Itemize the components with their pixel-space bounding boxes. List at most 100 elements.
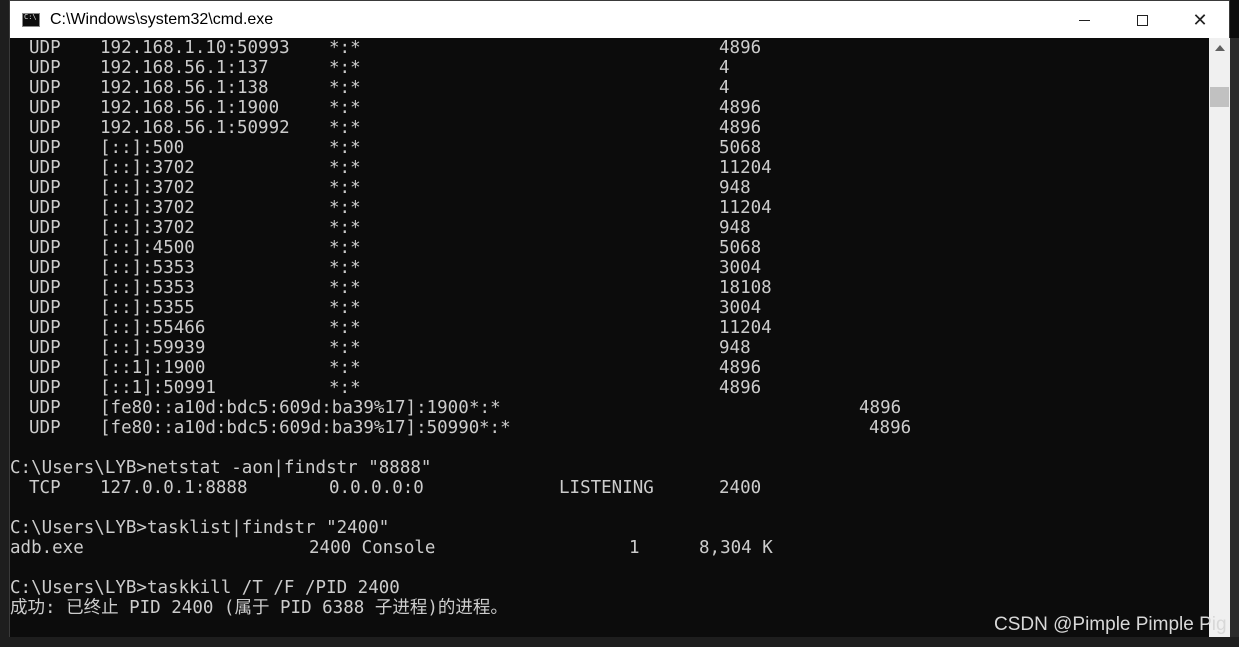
local-address-cell: [::]:3702 — [100, 158, 195, 178]
foreign-address-cell: *:* — [329, 298, 361, 318]
proto-cell: UDP — [29, 98, 61, 118]
proto-cell: UDP — [29, 378, 61, 398]
csdn-watermark: CSDN @Pimple Pimple Pig — [994, 614, 1227, 635]
tasklist-command: C:\Users\LYB>tasklist|findstr "2400" — [10, 518, 390, 538]
scrollbar-thumb[interactable] — [1210, 87, 1229, 107]
pid-cell: 11204 — [719, 198, 772, 218]
foreign-address-cell: *:* — [329, 138, 361, 158]
cmd-app-icon[interactable] — [22, 13, 40, 27]
foreign-address-cell: *:* — [329, 318, 361, 338]
proto-cell: UDP — [29, 238, 61, 258]
pid-cell: 4896 — [869, 418, 912, 438]
local-address-cell: [::1]:50991 — [100, 378, 216, 398]
proto-cell: UDP — [29, 358, 61, 378]
pid-cell: 4 — [719, 78, 730, 98]
scroll-up-button[interactable] — [1209, 38, 1230, 58]
local-address-cell: 192.168.56.1:138 — [100, 78, 269, 98]
background-window-right — [1229, 38, 1239, 647]
pid-cell: 11204 — [719, 318, 772, 338]
proto-cell: UDP — [29, 338, 61, 358]
proto-cell: UDP — [29, 178, 61, 198]
foreign-address-cell: *:* — [329, 78, 361, 98]
foreign-address-cell: *:* — [329, 98, 361, 118]
proto-cell: UDP — [29, 78, 61, 98]
foreign-address-cell: *:* — [329, 338, 361, 358]
session-number-cell: 1 — [629, 538, 640, 558]
pid-cell: 4896 — [859, 398, 902, 418]
pid-cell: 948 — [719, 218, 751, 238]
console-output[interactable]: UDP 192.168.1.10:50993 *:* 4896 UDP 192.168.5… — [10, 38, 1209, 637]
foreign-address-cell: *:* — [329, 258, 361, 278]
proto-cell: UDP — [29, 218, 61, 238]
local-address-cell: [::]:5355 — [100, 298, 195, 318]
local-address-cell: 192.168.56.1:137 — [100, 58, 269, 78]
local-address-cell: [::1]:1900 — [100, 358, 206, 378]
close-button[interactable]: ✕ — [1171, 1, 1229, 39]
vertical-scrollbar[interactable] — [1209, 38, 1230, 637]
local-address-cell: 192.168.56.1:50992 — [100, 118, 290, 138]
local-address-cell: [::]:4500 — [100, 238, 195, 258]
local-address-cell: 127.0.0.1:8888 — [100, 478, 248, 498]
memory-usage-cell: 8,304 K — [699, 538, 773, 558]
proto-cell: UDP — [29, 418, 61, 438]
foreign-address-cell: *:* — [479, 418, 511, 438]
image-name-cell: adb.exe — [10, 538, 84, 558]
foreign-address-cell: *:* — [329, 378, 361, 398]
foreign-address-cell: *:* — [329, 178, 361, 198]
local-address-cell: [::]:3702 — [100, 198, 195, 218]
taskkill-command: C:\Users\LYB>taskkill /T /F /PID 2400 — [10, 578, 400, 598]
pid-cell: 4896 — [719, 358, 762, 378]
state-cell: LISTENING — [559, 478, 654, 498]
window-title: C:\Windows\system32\cmd.exe — [50, 11, 274, 28]
foreign-address-cell: *:* — [329, 218, 361, 238]
background-window-bottom — [0, 637, 1239, 647]
netstat-command: C:\Users\LYB>netstat -aon|findstr "8888" — [10, 458, 432, 478]
proto-cell: UDP — [29, 298, 61, 318]
foreign-address-cell: *:* — [329, 118, 361, 138]
local-address-cell: 192.168.1.10:50993 — [100, 38, 290, 58]
local-address-cell: [::]:3702 — [100, 218, 195, 238]
pid-cell: 18108 — [719, 278, 772, 298]
foreign-address-cell: *:* — [329, 158, 361, 178]
arrow-up-icon — [1214, 45, 1225, 51]
pid-cell: 948 — [719, 178, 751, 198]
foreign-address-cell: *:* — [329, 58, 361, 78]
local-address-cell: [::]:59939 — [100, 338, 206, 358]
local-address-cell: [::]:500 — [100, 138, 185, 158]
pid-cell: 5068 — [719, 238, 762, 258]
close-icon: ✕ — [1192, 9, 1208, 31]
local-address-cell: [::]:5353 — [100, 278, 195, 298]
local-address-cell: [fe80::a10d:bdc5:609d:ba39%17]:1900 — [100, 398, 469, 418]
pid-cell: 4 — [719, 58, 730, 78]
proto-cell: UDP — [29, 258, 61, 278]
maximize-icon — [1136, 14, 1148, 26]
pid-cell: 4896 — [719, 378, 762, 398]
foreign-address-cell: *:* — [329, 278, 361, 298]
pid-cell: 5068 — [719, 138, 762, 158]
foreign-address-cell: *:* — [329, 358, 361, 378]
pid-cell: 4896 — [719, 38, 762, 58]
pid-cell: 3004 — [719, 298, 762, 318]
proto-cell: UDP — [29, 398, 61, 418]
proto-cell: UDP — [29, 138, 61, 158]
foreign-address-cell: *:* — [329, 198, 361, 218]
proto-cell: UDP — [29, 318, 61, 338]
window-controls: ✕ — [1055, 1, 1229, 39]
local-address-cell: 192.168.56.1:1900 — [100, 98, 280, 118]
maximize-button[interactable] — [1113, 1, 1171, 39]
local-address-cell: [::]:3702 — [100, 178, 195, 198]
local-address-cell: [fe80::a10d:bdc5:609d:ba39%17]:50990 — [100, 418, 480, 438]
local-address-cell: [::]:5353 — [100, 258, 195, 278]
minimize-button[interactable] — [1055, 1, 1113, 39]
pid-cell: 4896 — [719, 98, 762, 118]
title-bar[interactable]: C:\Windows\system32\cmd.exe ✕ — [10, 1, 1229, 39]
pid-cell: 4896 — [719, 118, 762, 138]
taskkill-result: 成功: 已终止 PID 2400 (属于 PID 6388 子进程)的进程。 — [10, 598, 508, 618]
minimize-icon — [1078, 19, 1090, 21]
foreign-address-cell: 0.0.0.0:0 — [329, 478, 424, 498]
pid-cell: 11204 — [719, 158, 772, 178]
foreign-address-cell: *:* — [329, 238, 361, 258]
proto-cell: UDP — [29, 278, 61, 298]
proto-cell: UDP — [29, 58, 61, 78]
proto-cell: UDP — [29, 198, 61, 218]
